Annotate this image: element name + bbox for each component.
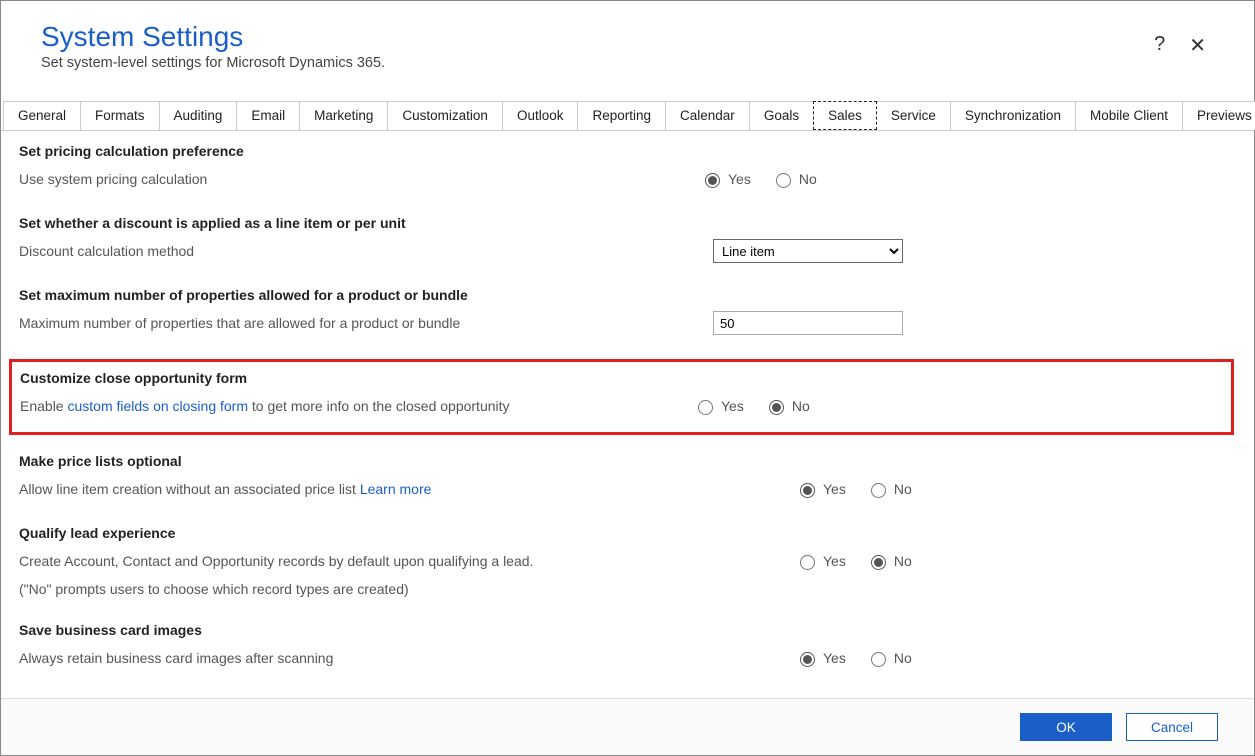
tab-auditing[interactable]: Auditing xyxy=(159,101,238,130)
ok-button[interactable]: OK xyxy=(1020,713,1112,741)
tab-general[interactable]: General xyxy=(3,101,81,130)
radio-closeopp-no[interactable]: No xyxy=(764,397,810,415)
link-learn-more-pricelist[interactable]: Learn more xyxy=(360,481,432,497)
control-bizcard: Yes No xyxy=(795,649,1224,667)
control-pricelists: Yes No xyxy=(795,480,1224,498)
tab-marketing[interactable]: Marketing xyxy=(299,101,388,130)
section-pricing: Set pricing calculation preference Use s… xyxy=(19,143,1224,193)
label-discount: Discount calculation method xyxy=(19,241,679,262)
tab-synchronization[interactable]: Synchronization xyxy=(950,101,1076,130)
link-custom-fields-form[interactable]: custom fields on closing form xyxy=(67,398,248,414)
section-header-qualify: Qualify lead experience xyxy=(19,525,1224,541)
radio-pricelists-yes[interactable]: Yes xyxy=(795,480,846,498)
select-discount-method[interactable]: Line item xyxy=(713,239,903,263)
tab-email[interactable]: Email xyxy=(236,101,300,130)
row-closeopp: Enable custom fields on closing form to … xyxy=(20,392,1223,420)
close-icon[interactable]: ✕ xyxy=(1189,33,1206,58)
tab-customization[interactable]: Customization xyxy=(387,101,503,130)
tab-service[interactable]: Service xyxy=(876,101,951,130)
row-pricing: Use system pricing calculation Yes No xyxy=(19,165,1224,193)
section-maxprops: Set maximum number of properties allowed… xyxy=(19,287,1224,337)
section-header-bizcard: Save business card images xyxy=(19,622,1224,638)
section-header-maxprops: Set maximum number of properties allowed… xyxy=(19,287,1224,303)
label-bizcard: Always retain business card images after… xyxy=(19,648,679,669)
label-closeopp: Enable custom fields on closing form to … xyxy=(20,396,672,417)
section-closeopp: Customize close opportunity form Enable … xyxy=(20,370,1223,420)
row-pricelists: Allow line item creation without an asso… xyxy=(19,475,1224,503)
radio-closeopp-yes[interactable]: Yes xyxy=(693,397,744,415)
cancel-button[interactable]: Cancel xyxy=(1126,713,1218,741)
label-pricelists: Allow line item creation without an asso… xyxy=(19,479,679,500)
section-qualify: Qualify lead experience Create Account, … xyxy=(19,525,1224,600)
control-pricing: Yes No xyxy=(700,170,1224,188)
section-pricelists: Make price lists optional Allow line ite… xyxy=(19,453,1224,503)
label-maxprops: Maximum number of properties that are al… xyxy=(19,313,679,334)
dialog-title: System Settings xyxy=(41,21,385,53)
section-header-pricing: Set pricing calculation preference xyxy=(19,143,1224,159)
tab-formats[interactable]: Formats xyxy=(80,101,160,130)
radio-bizcard-yes[interactable]: Yes xyxy=(795,649,846,667)
label-pricing: Use system pricing calculation xyxy=(19,169,679,190)
content-area[interactable]: Set pricing calculation preference Use s… xyxy=(1,131,1254,698)
control-closeopp: Yes No xyxy=(693,397,1223,415)
radio-qualify-yes[interactable]: Yes xyxy=(795,552,846,570)
title-block: System Settings Set system-level setting… xyxy=(41,9,385,101)
header-icons: ? ✕ xyxy=(1154,33,1214,58)
control-qualify: Yes No xyxy=(795,552,1224,570)
tab-strip: GeneralFormatsAuditingEmailMarketingCust… xyxy=(1,101,1254,131)
dialog-footer: OK Cancel xyxy=(1,698,1254,755)
tab-previews[interactable]: Previews xyxy=(1182,101,1255,130)
section-bizcard: Save business card images Always retain … xyxy=(19,622,1224,672)
highlight-close-opportunity: Customize close opportunity form Enable … xyxy=(9,359,1234,435)
section-header-discount: Set whether a discount is applied as a l… xyxy=(19,215,1224,231)
system-settings-dialog: System Settings Set system-level setting… xyxy=(0,0,1255,756)
section-discount: Set whether a discount is applied as a l… xyxy=(19,215,1224,265)
radio-pricing-yes[interactable]: Yes xyxy=(700,170,751,188)
tab-calendar[interactable]: Calendar xyxy=(665,101,750,130)
radio-pricelists-no[interactable]: No xyxy=(866,480,912,498)
row-discount: Discount calculation method Line item xyxy=(19,237,1224,265)
tab-goals[interactable]: Goals xyxy=(749,101,814,130)
tab-outlook[interactable]: Outlook xyxy=(502,101,579,130)
row-maxprops: Maximum number of properties that are al… xyxy=(19,309,1224,337)
input-max-properties[interactable] xyxy=(713,311,903,335)
dialog-header: System Settings Set system-level setting… xyxy=(1,1,1254,101)
row-bizcard: Always retain business card images after… xyxy=(19,644,1224,672)
radio-pricing-no[interactable]: No xyxy=(771,170,817,188)
radio-bizcard-no[interactable]: No xyxy=(866,649,912,667)
section-header-pricelists: Make price lists optional xyxy=(19,453,1224,469)
tab-reporting[interactable]: Reporting xyxy=(577,101,666,130)
tab-mobile-client[interactable]: Mobile Client xyxy=(1075,101,1183,130)
tab-sales[interactable]: Sales xyxy=(813,101,877,130)
row-qualify: Create Account, Contact and Opportunity … xyxy=(19,547,1224,575)
dialog-subtitle: Set system-level settings for Microsoft … xyxy=(41,55,385,71)
section-header-closeopp: Customize close opportunity form xyxy=(20,370,1223,386)
help-icon[interactable]: ? xyxy=(1154,33,1165,58)
label-qualify: Create Account, Contact and Opportunity … xyxy=(19,551,679,572)
radio-qualify-no[interactable]: No xyxy=(866,552,912,570)
control-discount: Line item xyxy=(713,239,1224,263)
sub-qualify: ("No" prompts users to choose which reco… xyxy=(19,578,1224,600)
control-maxprops xyxy=(713,311,1224,335)
